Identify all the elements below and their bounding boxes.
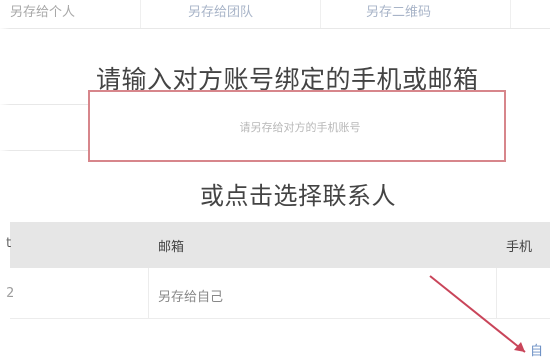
divider bbox=[0, 150, 90, 151]
cell-divider bbox=[496, 268, 497, 318]
table-row[interactable]: 2 另存给自己 bbox=[6, 268, 550, 319]
confirm-button[interactable]: 自 bbox=[530, 340, 543, 359]
tab-share-qrcode[interactable]: 另存二维码 bbox=[366, 2, 431, 24]
divider bbox=[0, 104, 90, 105]
account-input[interactable] bbox=[98, 114, 502, 140]
contacts-table-header: t 邮箱 手机 bbox=[6, 222, 550, 268]
account-input-frame[interactable] bbox=[88, 90, 506, 162]
row-cell-email: 另存给自己 bbox=[158, 290, 224, 305]
divider bbox=[0, 28, 550, 29]
tab-share-to-team[interactable]: 另存给团队 bbox=[188, 2, 253, 24]
left-fade bbox=[0, 0, 10, 360]
tab-divider bbox=[320, 0, 321, 28]
tab-share-to-person[interactable]: 另存给个人 bbox=[10, 2, 75, 24]
column-header-phone: 手机 bbox=[506, 240, 533, 255]
tab-divider bbox=[510, 0, 511, 28]
tab-divider bbox=[140, 0, 141, 28]
share-tabs: 另存给个人 另存给团队 另存二维码 bbox=[0, 0, 550, 28]
cell-divider bbox=[148, 268, 149, 318]
choose-contact-heading: 或点击选择联系人 bbox=[200, 182, 396, 210]
column-header-email: 邮箱 bbox=[158, 240, 185, 255]
